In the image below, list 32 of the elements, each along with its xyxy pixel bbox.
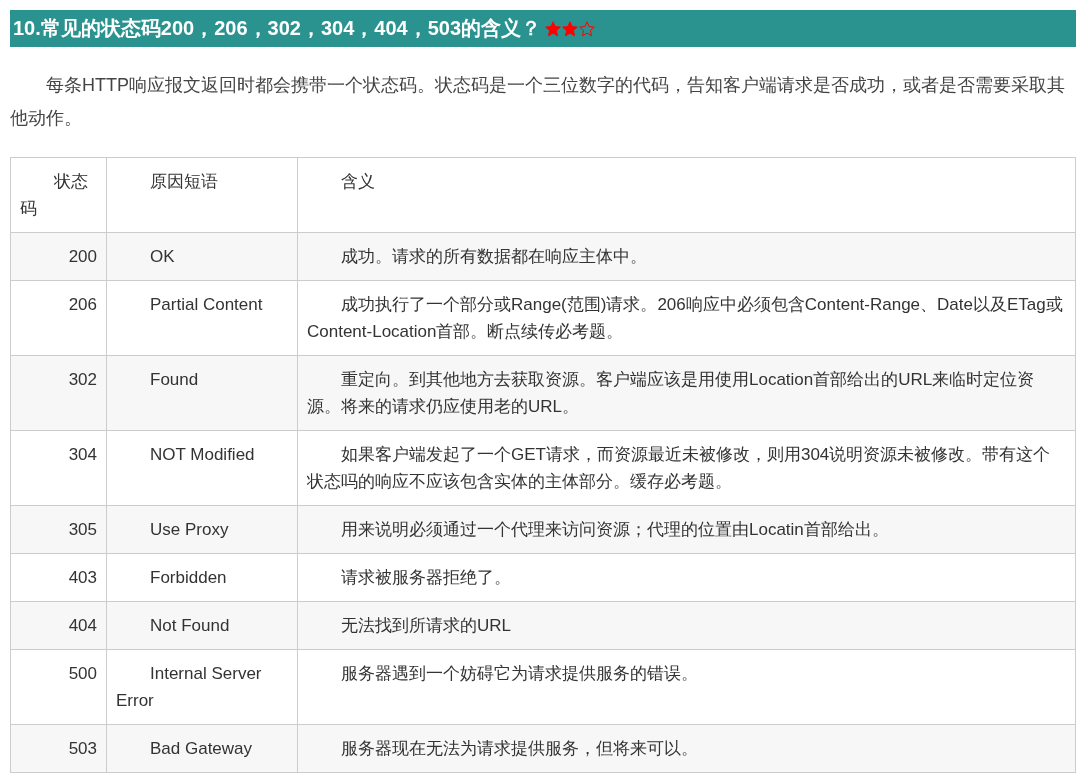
- meaning-cell: 成功。请求的所有数据都在响应主体中。: [297, 232, 1076, 281]
- status-code-cell: 503: [10, 724, 107, 773]
- reason-phrase-cell: Partial Content: [106, 280, 298, 356]
- reason-phrase-cell: Use Proxy: [106, 505, 298, 554]
- meaning-cell: 服务器遇到一个妨碍它为请求提供服务的错误。: [297, 649, 1076, 725]
- heading-title: 10.常见的状态码200，206，302，304，404，503的含义？: [13, 16, 542, 41]
- reason-phrase-cell: Found: [106, 355, 298, 431]
- meaning-cell: 服务器现在无法为请求提供服务，但将来可以。: [297, 724, 1076, 773]
- status-code-cell: 305: [10, 505, 107, 554]
- status-code-cell: 404: [10, 601, 107, 650]
- status-code-cell: 206: [10, 280, 107, 356]
- status-code-cell: 304: [10, 430, 107, 506]
- meaning-cell: 成功执行了一个部分或Range(范围)请求。206响应中必须包含Content-Range、Date以及ETag或Content-Location首部。断点续传必考题。: [297, 280, 1076, 356]
- reason-phrase-cell: Bad Gateway: [106, 724, 298, 773]
- meaning-cell: 如果客户端发起了一个GET请求，而资源最近未被修改，则用304说明资源未被修改。带有这个状态吗的响应不应该包含实体的主体部分。缓存必考题。: [297, 430, 1076, 506]
- intro-paragraph: 每条HTTP响应报文返回时都会携带一个状态码。状态码是一个三位数字的代码，告知客户端请求是否成功，或者是否需要采取其他动作。: [10, 74, 1066, 130]
- status-code-cell: 302: [10, 355, 107, 431]
- meaning-cell: 无法找到所请求的URL: [297, 601, 1076, 650]
- reason-phrase-cell: Forbidden: [106, 553, 298, 602]
- reason-phrase-cell: OK: [106, 232, 298, 281]
- column-header: 状态码: [10, 157, 107, 233]
- meaning-cell: 用来说明必须通过一个代理来访问资源；代理的位置由Locatin首部给出。: [297, 505, 1076, 554]
- reason-phrase-cell: Internal Server Error: [106, 649, 298, 725]
- meaning-cell: 重定向。到其他地方去获取资源。客户端应该是用使用Location首部给出的URL来临时定位资源。将来的请求仍应使用老的URL。: [297, 355, 1076, 431]
- status-code-cell: 200: [10, 232, 107, 281]
- meaning-cell: 请求被服务器拒绝了。: [297, 553, 1076, 602]
- reason-phrase-cell: NOT Modified: [106, 430, 298, 506]
- column-header: 原因短语: [106, 157, 298, 233]
- reason-phrase-cell: Not Found: [106, 601, 298, 650]
- status-code-cell: 500: [10, 649, 107, 725]
- column-header: 含义: [297, 157, 1076, 233]
- status-code-cell: 403: [10, 553, 107, 602]
